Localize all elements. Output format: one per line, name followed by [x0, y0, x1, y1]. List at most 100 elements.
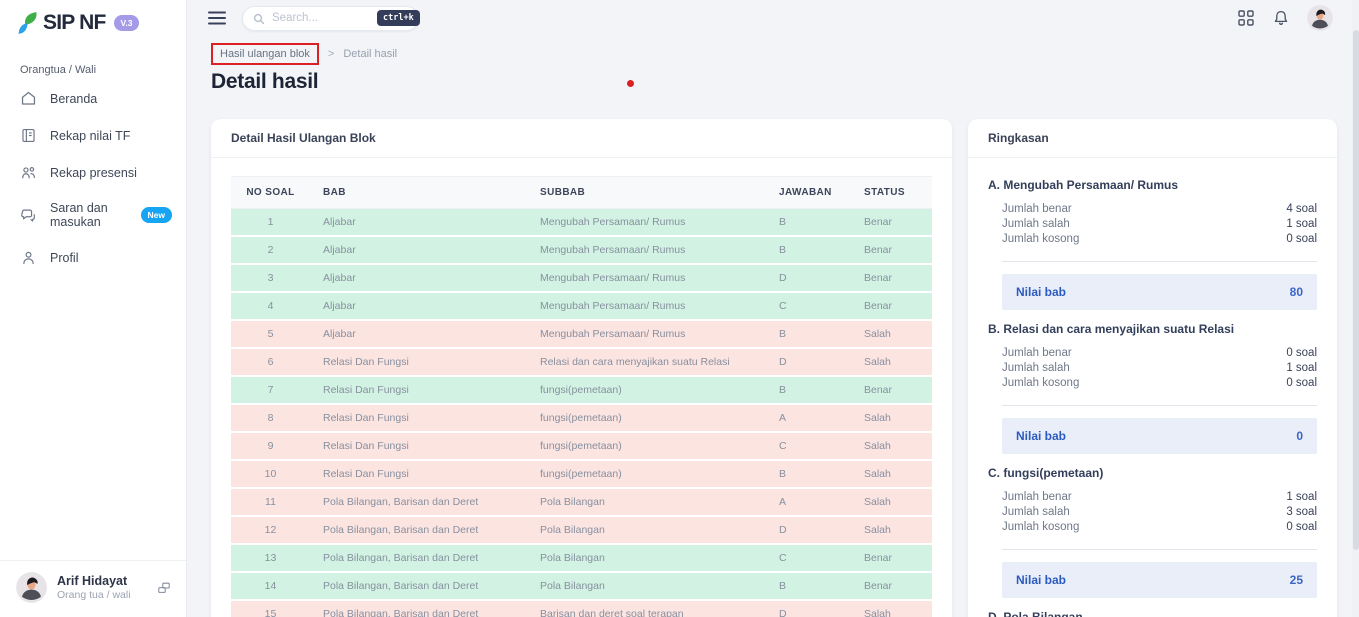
cell-status: Benar — [851, 236, 932, 264]
bell-icon[interactable] — [1272, 9, 1290, 27]
results-card: Detail Hasil Ulangan Blok NO SOAL BAB SU… — [211, 119, 952, 617]
sidebar-item-label: Rekap nilai TF — [50, 129, 130, 143]
sidebar-item-beranda[interactable]: Beranda — [0, 80, 186, 117]
summary-row-kosong: Jumlah kosong 0 soal — [1002, 231, 1317, 246]
summary-section-heading: B. Relasi dan cara menyajikan suatu Rela… — [988, 322, 1317, 336]
menu-toggle-icon[interactable] — [208, 10, 226, 26]
cell-subbab: Mengubah Persamaan/ Rumus — [527, 320, 766, 348]
cell-status: Benar — [851, 572, 932, 600]
search-input[interactable] — [272, 12, 370, 24]
results-table: NO SOAL BAB SUBBAB JAWABAN STATUS 1 Alja… — [231, 176, 932, 617]
main-area: ctrl+k — [187, 0, 1359, 617]
table-row: 15 Pola Bilangan, Barisan dan Deret Bari… — [231, 600, 932, 617]
cell-status: Salah — [851, 320, 932, 348]
col-status: STATUS — [851, 177, 932, 209]
new-badge: New — [141, 207, 172, 223]
nilai-bab-row: Nilai bab 25 — [1002, 562, 1317, 598]
sidebar-item-rekap-nilai-tf[interactable]: Rekap nilai TF — [0, 117, 186, 154]
summary-section: A. Mengubah Persamaan/ Rumus Jumlah bena… — [988, 178, 1317, 310]
cell-no-soal: 4 — [231, 292, 310, 320]
cell-no-soal: 8 — [231, 404, 310, 432]
search-shortcut-badge: ctrl+k — [377, 10, 420, 26]
user-avatar — [16, 572, 47, 603]
nilai-bab-row: Nilai bab 0 — [1002, 418, 1317, 454]
cell-no-soal: 2 — [231, 236, 310, 264]
col-subbab: SUBBAB — [527, 177, 766, 209]
sidebar-section-label: Orangtua / Wali — [0, 44, 186, 80]
apps-grid-icon[interactable] — [1237, 9, 1255, 27]
summary-section: D. Pola Bilangan Jumlah benar 2 soal Jum… — [988, 610, 1317, 617]
cell-bab: Relasi Dan Fungsi — [310, 404, 527, 432]
cell-subbab: Pola Bilangan — [527, 572, 766, 600]
cell-jawaban: D — [766, 264, 851, 292]
chat-icon — [20, 207, 37, 224]
cell-bab: Relasi Dan Fungsi — [310, 376, 527, 404]
table-row: 2 Aljabar Mengubah Persamaan/ Rumus B Be… — [231, 236, 932, 264]
cell-bab: Pola Bilangan, Barisan dan Deret — [310, 600, 527, 617]
logout-icon[interactable] — [156, 580, 172, 596]
cell-jawaban: C — [766, 544, 851, 572]
sidebar-item-label: Profil — [50, 251, 78, 265]
cell-no-soal: 5 — [231, 320, 310, 348]
cell-subbab: fungsi(pemetaan) — [527, 432, 766, 460]
breadcrumb-separator: > — [328, 48, 334, 60]
cell-bab: Pola Bilangan, Barisan dan Deret — [310, 488, 527, 516]
cell-subbab: Mengubah Persamaan/ Rumus — [527, 292, 766, 320]
cell-jawaban: B — [766, 209, 851, 237]
summary-card: Ringkasan A. Mengubah Persamaan/ Rumus J… — [968, 119, 1337, 617]
cell-subbab: fungsi(pemetaan) — [527, 376, 766, 404]
sidebar: SIP NF V.3 Orangtua / Wali Beranda Rekap… — [0, 0, 187, 617]
cell-no-soal: 12 — [231, 516, 310, 544]
search-box[interactable]: ctrl+k — [242, 6, 419, 31]
summary-divider — [1002, 261, 1317, 262]
summary-row-kosong: Jumlah kosong 0 soal — [1002, 375, 1317, 390]
cell-no-soal: 9 — [231, 432, 310, 460]
app-root: SIP NF V.3 Orangtua / Wali Beranda Rekap… — [0, 0, 1359, 617]
table-row: 13 Pola Bilangan, Barisan dan Deret Pola… — [231, 544, 932, 572]
cell-bab: Aljabar — [310, 264, 527, 292]
page-scrollbar[interactable] — [1352, 0, 1359, 617]
page-title: Detail hasil — [187, 65, 1359, 94]
annotation-dot — [627, 80, 634, 87]
cell-no-soal: 1 — [231, 209, 310, 237]
summary-divider — [1002, 405, 1317, 406]
summary-card-title: Ringkasan — [968, 119, 1337, 158]
sidebar-item-rekap-presensi[interactable]: Rekap presensi — [0, 154, 186, 191]
summary-sections: A. Mengubah Persamaan/ Rumus Jumlah bena… — [968, 158, 1337, 617]
cell-subbab: fungsi(pemetaan) — [527, 460, 766, 488]
table-row: 4 Aljabar Mengubah Persamaan/ Rumus C Be… — [231, 292, 932, 320]
scrollbar-thumb[interactable] — [1353, 30, 1359, 550]
sidebar-user-card[interactable]: Arif Hidayat Orang tua / wali — [0, 560, 186, 617]
summary-section-heading: C. fungsi(pemetaan) — [988, 466, 1317, 480]
cell-no-soal: 11 — [231, 488, 310, 516]
user-name: Arif Hidayat — [57, 574, 131, 590]
cell-no-soal: 15 — [231, 600, 310, 617]
app-name: SIP NF — [43, 11, 106, 35]
version-badge: V.3 — [114, 15, 140, 31]
app-logo[interactable]: SIP NF V.3 — [0, 0, 186, 44]
cell-jawaban: A — [766, 488, 851, 516]
cell-subbab: Pola Bilangan — [527, 488, 766, 516]
cell-bab: Aljabar — [310, 320, 527, 348]
cell-status: Benar — [851, 376, 932, 404]
report-icon — [20, 127, 37, 144]
col-jawaban: JAWABAN — [766, 177, 851, 209]
user-info: Arif Hidayat Orang tua / wali — [57, 574, 131, 602]
cell-bab: Aljabar — [310, 236, 527, 264]
summary-section-heading: D. Pola Bilangan — [988, 610, 1317, 617]
profile-avatar[interactable] — [1307, 5, 1333, 31]
table-row: 8 Relasi Dan Fungsi fungsi(pemetaan) A S… — [231, 404, 932, 432]
cell-jawaban: B — [766, 376, 851, 404]
breadcrumb-item-hasil-ulangan-blok[interactable]: Hasil ulangan blok — [211, 43, 319, 65]
user-role: Orang tua / wali — [57, 589, 131, 601]
search-icon — [253, 12, 265, 24]
sidebar-item-profil[interactable]: Profil — [0, 239, 186, 276]
sidebar-item-saran-dan-masukan[interactable]: Saran dan masukan New — [0, 191, 186, 239]
cell-subbab: fungsi(pemetaan) — [527, 404, 766, 432]
table-row: 5 Aljabar Mengubah Persamaan/ Rumus B Sa… — [231, 320, 932, 348]
nilai-bab-label: Nilai bab — [1016, 429, 1066, 443]
summary-row-benar: Jumlah benar 4 soal — [1002, 201, 1317, 216]
cell-status: Salah — [851, 432, 932, 460]
table-row: 6 Relasi Dan Fungsi Relasi dan cara meny… — [231, 348, 932, 376]
cell-status: Salah — [851, 600, 932, 617]
